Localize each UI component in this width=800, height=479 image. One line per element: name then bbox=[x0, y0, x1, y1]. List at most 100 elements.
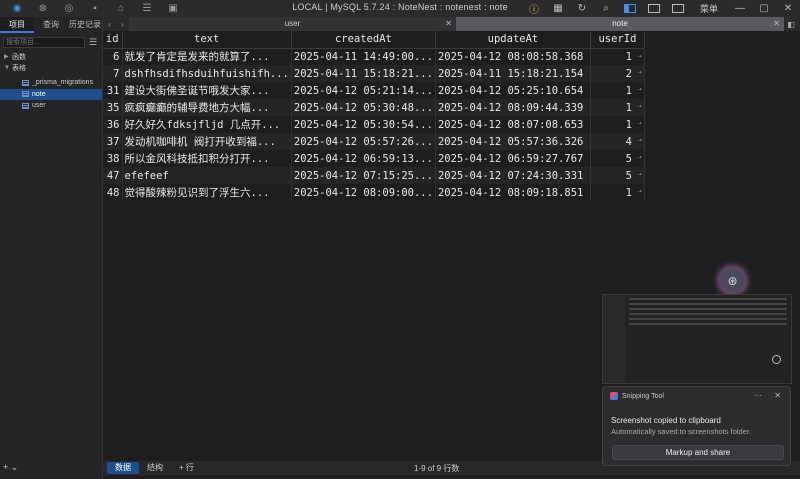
cell-updateAt[interactable]: 2025-04-11 15:18:21.154 bbox=[435, 65, 591, 82]
screenshot-thumbnail[interactable] bbox=[602, 294, 792, 384]
cell-userId[interactable]: 5 ➝ bbox=[590, 150, 645, 167]
tab-note[interactable]: note ✕ bbox=[456, 17, 784, 31]
cell-updateAt[interactable]: 2025-04-12 08:07:08.653 bbox=[435, 116, 591, 133]
cell-createdAt[interactable]: 2025-04-12 07:15:25... bbox=[291, 167, 436, 184]
cell-createdAt[interactable]: 2025-04-12 05:57:26... bbox=[291, 133, 436, 150]
cell-createdAt[interactable]: 2025-04-11 14:49:00... bbox=[291, 48, 436, 65]
refresh-icon[interactable]: ↻ bbox=[570, 0, 594, 17]
panel-toggle-icon[interactable]: ◧ bbox=[784, 20, 798, 29]
tree-item-user[interactable]: user bbox=[0, 100, 102, 112]
cell-createdAt[interactable]: 2025-04-12 05:30:54... bbox=[291, 116, 436, 133]
search-input[interactable] bbox=[3, 36, 85, 48]
tree-item-prisma-migrations[interactable]: _prisma_migrations bbox=[0, 77, 102, 89]
close-icon[interactable]: ✕ bbox=[776, 0, 800, 17]
foreign-key-arrow-icon[interactable]: ➝ bbox=[637, 102, 642, 111]
connection-icon[interactable]: ◉ bbox=[4, 0, 30, 17]
cell-id[interactable]: 38 bbox=[103, 150, 123, 167]
menu-button[interactable]: 菜单 bbox=[690, 2, 728, 15]
foreign-key-arrow-icon[interactable]: ➝ bbox=[637, 68, 642, 77]
cell-updateAt[interactable]: 2025-04-12 08:09:18.851 bbox=[435, 184, 591, 201]
table-row[interactable]: 36 好久好久fdksjfljd 几点开... 2025-04-12 05:30:5… bbox=[103, 116, 645, 133]
tab-query[interactable]: 查询 bbox=[34, 17, 68, 33]
structure-tab-button[interactable]: 结构 bbox=[139, 462, 171, 474]
markup-share-button[interactable]: Markup and share bbox=[612, 445, 784, 460]
cell-updateAt[interactable]: 2025-04-12 05:25:10.654 bbox=[435, 82, 591, 99]
more-options-icon[interactable]: ··· bbox=[754, 391, 762, 400]
tab-history[interactable]: 历史记录 bbox=[68, 17, 102, 33]
maximize-icon[interactable]: ▢ bbox=[752, 0, 776, 17]
cell-updateAt[interactable]: 2025-04-12 07:24:30.331 bbox=[435, 167, 591, 184]
cell-text[interactable]: 所以金风科技抵扣积分打开... bbox=[122, 150, 292, 167]
sql-icon[interactable]: ▣ bbox=[160, 0, 186, 17]
column-header-updateAt[interactable]: updateAt bbox=[435, 31, 591, 49]
cell-id[interactable]: 31 bbox=[103, 82, 123, 99]
foreign-key-arrow-icon[interactable]: ➝ bbox=[637, 119, 642, 128]
cell-createdAt[interactable]: 2025-04-12 05:21:14... bbox=[291, 82, 436, 99]
cell-id[interactable]: 48 bbox=[103, 184, 123, 201]
column-header-id[interactable]: id bbox=[103, 31, 123, 49]
table-row[interactable]: 48 觉得酸辣粉见识到了浮生六... 2025-04-12 08:09:00... 2… bbox=[103, 184, 645, 201]
list-menu-icon[interactable]: ☰ bbox=[89, 37, 97, 48]
foreign-key-arrow-icon[interactable]: ➝ bbox=[637, 85, 642, 94]
thumbnail-circle-icon[interactable] bbox=[772, 355, 781, 364]
database-icon[interactable]: ☰ bbox=[134, 0, 160, 17]
search-icon[interactable]: ⌕ bbox=[594, 0, 618, 17]
close-tab-icon[interactable]: ✕ bbox=[773, 17, 780, 31]
foreign-key-arrow-icon[interactable]: ➝ bbox=[637, 136, 642, 145]
foreign-key-arrow-icon[interactable]: ➝ bbox=[637, 52, 642, 61]
cell-text[interactable]: efefeef bbox=[122, 167, 292, 184]
cell-createdAt[interactable]: 2025-04-11 15:18:21... bbox=[291, 65, 436, 82]
cell-updateAt[interactable]: 2025-04-12 06:59:27.767 bbox=[435, 150, 591, 167]
padlock-icon[interactable]: ⌂ bbox=[108, 0, 134, 17]
foreign-key-arrow-icon[interactable]: ➝ bbox=[637, 170, 642, 179]
add-item-button[interactable]: + ⌄ bbox=[3, 462, 18, 473]
column-header-userId[interactable]: userId bbox=[590, 31, 645, 49]
cell-id[interactable]: 35 bbox=[103, 99, 123, 116]
tree-group-functions[interactable]: ▶ 函数 bbox=[0, 51, 102, 63]
column-header-createdAt[interactable]: createdAt bbox=[291, 31, 436, 49]
cell-userId[interactable]: 5 ➝ bbox=[590, 167, 645, 184]
cell-updateAt[interactable]: 2025-04-12 05:57:36.326 bbox=[435, 133, 591, 150]
cell-text[interactable]: 就发了肯定是发来的就算了... bbox=[122, 48, 292, 65]
layout-left-icon[interactable] bbox=[618, 0, 642, 17]
lock-icon[interactable]: ▪ bbox=[82, 0, 108, 17]
cell-id[interactable]: 7 bbox=[103, 65, 123, 82]
column-header-text[interactable]: text bbox=[122, 31, 292, 49]
cell-text[interactable]: 觉得酸辣粉见识到了浮生六... bbox=[122, 184, 292, 201]
cell-createdAt[interactable]: 2025-04-12 08:09:00... bbox=[291, 184, 436, 201]
cell-id[interactable]: 36 bbox=[103, 116, 123, 133]
cell-userId[interactable]: 1 ➝ bbox=[590, 48, 645, 65]
tree-group-tables[interactable]: ▼ 表格 bbox=[0, 63, 102, 75]
cell-updateAt[interactable]: 2025-04-12 08:09:44.339 bbox=[435, 99, 591, 116]
cell-createdAt[interactable]: 2025-04-12 06:59:13... bbox=[291, 150, 436, 167]
cell-updateAt[interactable]: 2025-04-12 08:08:58.368 bbox=[435, 48, 591, 65]
cell-id[interactable]: 6 bbox=[103, 48, 123, 65]
table-row[interactable]: 38 所以金风科技抵扣积分打开... 2025-04-12 06:59:13... 2… bbox=[103, 150, 645, 167]
layout-right-icon[interactable] bbox=[666, 0, 690, 17]
cell-text[interactable]: 疯疯癫癫的辅导费地方大幅... bbox=[122, 99, 292, 116]
cell-text[interactable]: 发动机咖啡机 阀打开收到福... bbox=[122, 133, 292, 150]
cell-id[interactable]: 47 bbox=[103, 167, 123, 184]
tree-item-note[interactable]: note bbox=[0, 88, 102, 100]
foreign-key-arrow-icon[interactable]: ➝ bbox=[637, 153, 642, 162]
close-tab-icon[interactable]: ✕ bbox=[445, 17, 452, 31]
foreign-key-arrow-icon[interactable]: ➝ bbox=[637, 187, 642, 196]
cell-createdAt[interactable]: 2025-04-12 05:30:48... bbox=[291, 99, 436, 116]
forward-arrow-icon[interactable]: › bbox=[116, 20, 129, 29]
cell-text[interactable]: dshfhsdifhsduihfuishifh... bbox=[122, 65, 292, 82]
table-row[interactable]: 35 疯疯癫癫的辅导费地方大幅... 2025-04-12 05:30:48... 2… bbox=[103, 99, 645, 116]
close-toast-icon[interactable]: ✕ bbox=[774, 391, 781, 400]
add-row-button[interactable]: + 行 bbox=[171, 462, 202, 474]
table-row[interactable]: 6 就发了肯定是发来的就算了... 2025-04-11 14:49:00... 20… bbox=[103, 48, 645, 65]
cell-text[interactable]: 好久好久fdksjfljd 几点开... bbox=[122, 116, 292, 133]
table-row[interactable]: 31 建设大街佛圣诞节哦发大家... 2025-04-12 05:21:14... 2… bbox=[103, 82, 645, 99]
cell-userId[interactable]: 1 ➝ bbox=[590, 82, 645, 99]
tab-user[interactable]: user ✕ bbox=[129, 17, 456, 31]
cell-text[interactable]: 建设大街佛圣诞节哦发大家... bbox=[122, 82, 292, 99]
cell-userId[interactable]: 1 ➝ bbox=[590, 99, 645, 116]
cell-id[interactable]: 37 bbox=[103, 133, 123, 150]
table-row[interactable]: 47 efefeef 2025-04-12 07:15:25... 2025-04-1… bbox=[103, 167, 645, 184]
warning-icon[interactable]: ⓘ bbox=[522, 0, 546, 17]
cell-userId[interactable]: 1 ➝ bbox=[590, 116, 645, 133]
eye-icon[interactable]: ◎ bbox=[56, 0, 82, 17]
